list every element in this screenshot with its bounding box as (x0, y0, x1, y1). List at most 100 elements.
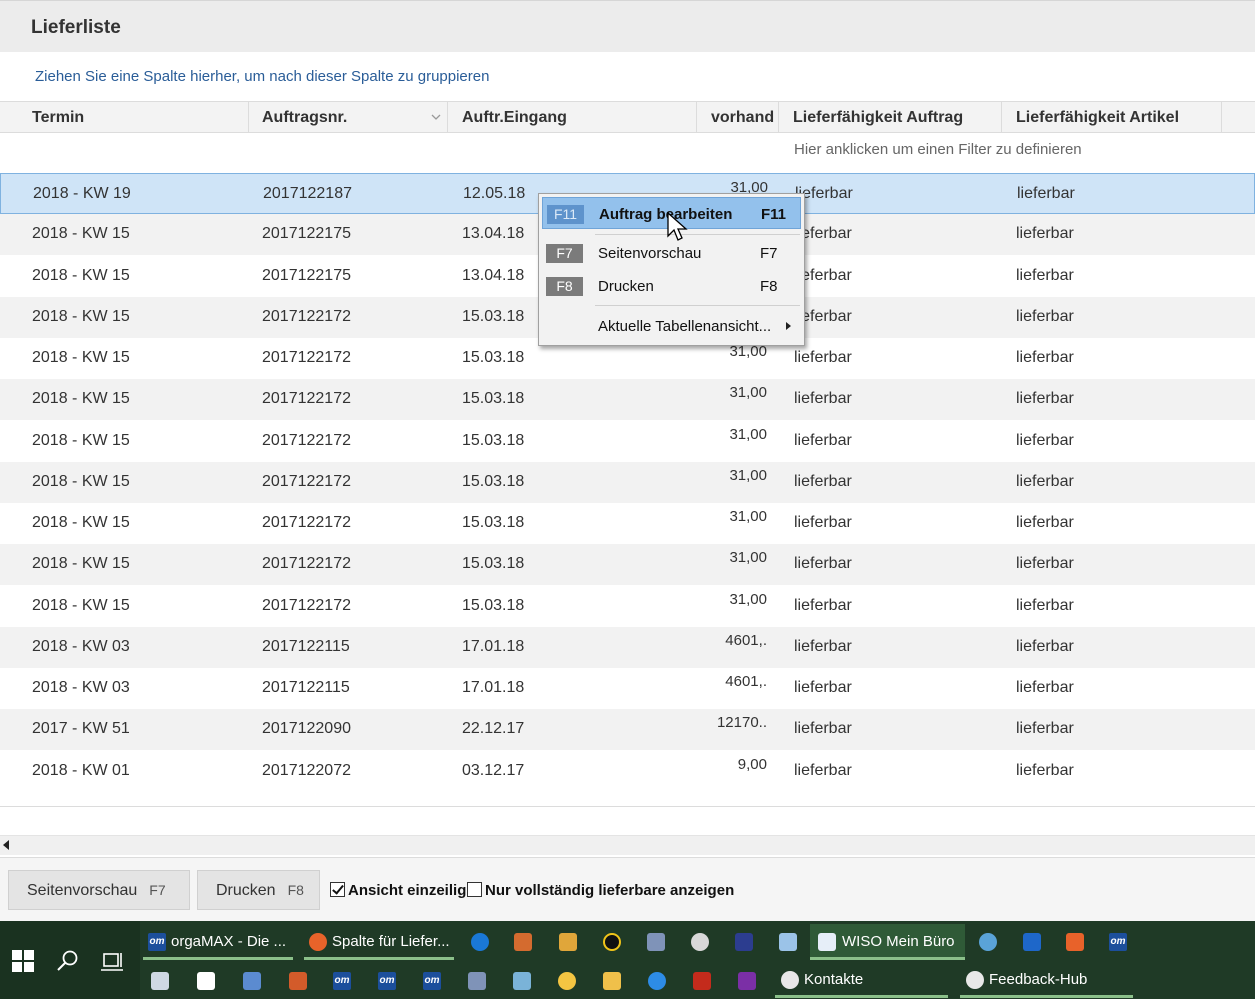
drucken-button[interactable]: Drucken F8 (197, 870, 320, 910)
cell-vorhand: 31,00 (729, 425, 767, 443)
firefox-icon (309, 933, 327, 951)
store-icon[interactable] (151, 972, 169, 990)
scrollbar-track[interactable] (0, 835, 1255, 855)
cell-lf-artikel: lieferbar (1016, 307, 1074, 325)
task-view-icon[interactable] (101, 950, 125, 972)
app-icon[interactable] (779, 933, 797, 951)
cell-auftragsnr: 2017122172 (262, 472, 351, 490)
table-row[interactable]: 2018 - KW 03 2017122115 17.01.18 4601,. lief… (0, 626, 1255, 668)
cell-auftragsnr: 2017122172 (262, 390, 351, 408)
taskbar-app-feedback-hub[interactable]: Feedback-Hub (960, 962, 1133, 998)
shield-icon[interactable] (1023, 933, 1041, 951)
filter-hint[interactable]: Hier anklicken um einen Filter zu defini… (794, 141, 1082, 158)
checkbox-checked-icon[interactable] (330, 882, 345, 897)
scroll-left-icon[interactable] (3, 840, 9, 850)
app-icon[interactable] (979, 933, 997, 951)
chevron-down-icon (431, 114, 441, 120)
menu-item-label: Auftrag bearbeiten (599, 206, 733, 223)
menu-item-label: Aktuelle Tabellenansicht... (598, 318, 772, 335)
windows-start-icon[interactable] (12, 950, 34, 972)
table-row[interactable]: 2018 - KW 15 2017122172 15.03.18 31,00 liefe… (0, 544, 1255, 586)
horizontal-scrollbar[interactable] (0, 806, 1255, 856)
drucken-button-key: F8 (287, 882, 304, 898)
cell-vorhand: 12170.. (716, 714, 767, 732)
table-row[interactable]: 2018 - KW 15 2017122172 15.03.18 31,00 liefe… (0, 586, 1255, 627)
taskbar-app-firefox[interactable]: Spalte für Liefer... (304, 924, 454, 960)
app-icon[interactable] (647, 933, 665, 951)
table-row[interactable]: 2018 - KW 03 2017122115 17.01.18 4601,. lief… (0, 668, 1255, 709)
taskbar-app-label: WISO Mein Büro (842, 933, 955, 950)
column-header-lf-auftrag[interactable]: Lieferfähigkeit Auftrag (779, 102, 1002, 133)
pdf-icon[interactable] (693, 972, 711, 990)
edge-icon[interactable] (471, 933, 489, 951)
menu-item-drucken[interactable]: F8 Drucken F8 (542, 270, 801, 302)
search-icon[interactable] (57, 950, 79, 972)
seitenvorschau-button[interactable]: Seitenvorschau F7 (8, 870, 190, 910)
app-icon[interactable] (648, 972, 666, 990)
column-header-eingang[interactable]: Auftr.Eingang (448, 102, 697, 133)
cell-auftragsnr: 2017122172 (262, 431, 351, 449)
column-header-lf-artikel[interactable]: Lieferfähigkeit Artikel (1002, 102, 1222, 133)
mail-icon[interactable] (197, 972, 215, 990)
cell-termin: 2018 - KW 01 (32, 761, 130, 779)
folder-icon[interactable] (603, 972, 621, 990)
table-row[interactable]: 2018 - KW 15 2017122172 15.03.18 31,00 liefe… (0, 503, 1255, 544)
column-header-termin[interactable]: Termin (18, 102, 249, 133)
menu-item-tabellenansicht[interactable]: Aktuelle Tabellenansicht... (542, 310, 801, 342)
taskbar-app-orgamax[interactable]: om orgaMAX - Die ... (143, 924, 293, 960)
column-header-auftragsnr[interactable]: Auftragsnr. (248, 102, 448, 133)
cell-eingang: 22.12.17 (462, 720, 525, 738)
table-row[interactable]: 2018 - KW 15 2017122172 15.03.18 31,00 liefe… (0, 421, 1255, 462)
cell-lf-auftrag: lieferbar (794, 472, 852, 490)
table-row[interactable]: 2018 - KW 15 2017122172 15.03.18 31,00 liefe… (0, 379, 1255, 421)
wiso-icon (818, 933, 836, 951)
cell-lf-auftrag: lieferbar (794, 679, 852, 696)
taskbar-app-kontakte[interactable]: Kontakte (775, 962, 948, 998)
nur-vollstaendig-checkbox[interactable]: Nur vollständig lieferbare anzeigen (467, 882, 734, 899)
cell-lf-artikel: lieferbar (1016, 720, 1074, 738)
cell-auftragsnr: 2017122172 (262, 596, 351, 614)
table-row[interactable]: 2017 - KW 51 2017122090 22.12.17 12170.. lie… (0, 709, 1255, 751)
table-row[interactable]: 2018 - KW 01 2017122072 03.12.17 9,00 liefer… (0, 751, 1255, 792)
filter-row[interactable]: Hier anklicken um einen Filter zu defini… (0, 133, 1255, 168)
orgamax-icon[interactable]: om (333, 972, 351, 990)
plex-icon[interactable] (603, 933, 621, 951)
cell-auftragsnr: 2017122172 (262, 349, 351, 366)
taskbar-app-wiso[interactable]: WISO Mein Büro (810, 924, 965, 960)
cell-termin: 2018 - KW 15 (32, 349, 130, 366)
active-indicator (143, 957, 293, 960)
cell-lf-auftrag: lieferbar (794, 514, 852, 531)
table-row[interactable]: 2018 - KW 15 2017122172 15.03.18 31,00 liefe… (0, 461, 1255, 503)
paint-icon[interactable] (558, 972, 576, 990)
cell-termin: 2018 - KW 15 (32, 225, 130, 243)
window-title-bar: Lieferliste (0, 0, 1255, 52)
orgamax-icon[interactable]: om (378, 972, 396, 990)
cell-auftragsnr: 2017122072 (262, 761, 351, 779)
app-icon[interactable] (735, 933, 753, 951)
ansicht-einzeilig-checkbox[interactable]: Ansicht einzeilig (330, 882, 466, 899)
media-player-icon[interactable] (514, 933, 532, 951)
orgamax-icon[interactable]: om (423, 972, 441, 990)
cell-eingang: 17.01.18 (462, 679, 525, 696)
app-icon[interactable] (289, 972, 307, 990)
office-icon[interactable] (1066, 933, 1084, 951)
cell-lf-artikel: lieferbar (1016, 266, 1074, 284)
onenote-icon[interactable] (738, 972, 756, 990)
image-viewer-icon[interactable] (559, 933, 577, 951)
app-icon[interactable] (243, 972, 261, 990)
column-header-vorhand[interactable]: vorhand (697, 102, 779, 133)
cell-lf-artikel: lieferbar (1016, 390, 1074, 408)
checkbox-unchecked-icon[interactable] (467, 882, 482, 897)
cell-lf-auftrag: lieferbar (794, 390, 852, 408)
menu-item-label: Drucken (598, 278, 654, 295)
app-icon[interactable] (691, 933, 709, 951)
menu-shortcut-badge: F8 (546, 277, 583, 296)
mouse-cursor-icon (667, 212, 688, 241)
app-icon[interactable] (513, 972, 531, 990)
cell-lf-auftrag: lieferbar (794, 596, 852, 614)
orgamax-icon[interactable]: om (1109, 933, 1127, 951)
bottom-toolbar: Seitenvorschau F7 Drucken F8 Ansicht einze… (0, 857, 1255, 921)
group-by-hint[interactable]: Ziehen Sie eine Spalte hierher, um nach … (35, 68, 489, 85)
cell-eingang: 15.03.18 (462, 349, 525, 366)
app-icon[interactable] (468, 972, 486, 990)
